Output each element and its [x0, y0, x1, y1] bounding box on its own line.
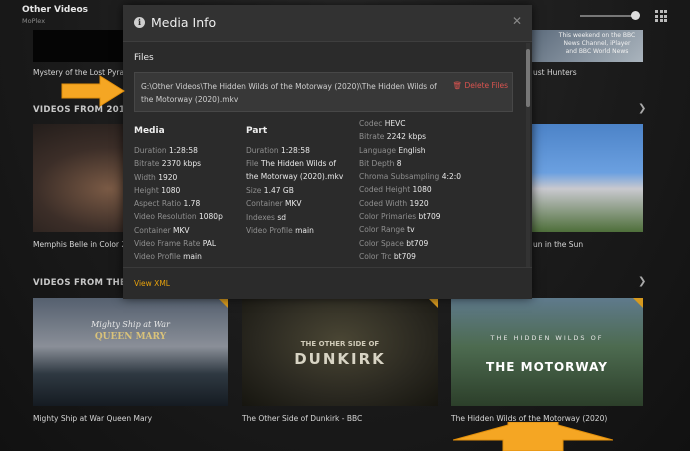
stream-properties: Codec HEVC Bitrate 2242 kbps Language En…	[359, 117, 461, 263]
media-heading: Media	[134, 126, 165, 136]
stream-row: Bit Depth 8	[359, 158, 402, 168]
video-thumbnail[interactable]: This weekend on the BBC News Channel, iP…	[532, 30, 643, 62]
poster-subtext: DUNKIRK	[294, 350, 386, 368]
unwatched-badge	[633, 298, 643, 308]
delete-files-button[interactable]: 🗑 Delete Files	[453, 81, 508, 90]
media-row: Video Frame Rate PAL	[134, 239, 217, 249]
media-row: Duration 1:28:58	[134, 146, 198, 155]
library-title[interactable]: Other Videos	[22, 5, 88, 15]
part-properties: Size 1.47 GB Container MKV Indexes sd Vi…	[246, 184, 314, 237]
file-path: G:\Other Videos\The Hidden Wilds of the …	[141, 82, 437, 104]
video-thumbnail-dunkirk[interactable]: THE OTHER SIDE OF DUNKIRK	[242, 298, 438, 406]
video-caption[interactable]: Memphis Belle in Color 2	[33, 240, 126, 249]
stream-row: Coded Height 1080	[359, 185, 432, 195]
grid-view-icon[interactable]	[655, 10, 667, 22]
dialog-title: Media Info	[151, 15, 217, 30]
part-row: Container MKV	[246, 199, 302, 209]
video-caption[interactable]: The Other Side of Dunkirk - BBC	[242, 414, 362, 423]
stream-row: Chroma Subsampling 4:2:0	[359, 172, 462, 182]
stream-row: Color Trc bt709	[359, 251, 416, 261]
thumbnail-text: This weekend on the BBC News Channel, iP…	[558, 32, 636, 55]
stream-row: Color Primaries bt709	[359, 212, 441, 222]
scrollbar-thumb[interactable]	[526, 49, 530, 107]
unwatched-badge	[218, 298, 228, 308]
media-row: Width 1920	[134, 172, 178, 182]
video-caption[interactable]: Mighty Ship at War Queen Mary	[33, 414, 152, 423]
stream-row: Language English	[359, 145, 426, 155]
poster-subtext: THE MOTORWAY	[486, 360, 608, 374]
chevron-right-icon[interactable]: ❯	[638, 276, 646, 287]
part-row: Video Profile main	[246, 225, 314, 235]
file-path-box: G:\Other Videos\The Hidden Wilds of the …	[134, 72, 513, 112]
part-row: Size 1.47 GB	[246, 186, 294, 195]
media-row: Height 1080	[134, 185, 181, 195]
dialog-footer: View XML	[123, 267, 532, 299]
slider-knob[interactable]	[631, 11, 640, 20]
poster-subtext: QUEEN MARY	[94, 332, 167, 342]
delete-files-label: Delete Files	[464, 81, 508, 90]
poster-size-slider[interactable]	[580, 15, 638, 17]
annotation-arrow-right-icon	[61, 75, 125, 107]
stream-row: Bitrate 2242 kbps	[359, 132, 427, 142]
chevron-right-icon[interactable]: ❯	[638, 103, 646, 114]
video-caption[interactable]: ust Hunters	[533, 68, 577, 77]
media-row: Bitrate 2370 kbps	[134, 159, 202, 169]
part-file-row: File The Hidden Wilds of the Motorway (2…	[246, 159, 344, 182]
dialog-header: i Media Info ✕	[123, 5, 532, 42]
media-info-dialog: i Media Info ✕ Files G:\Other Videos\The…	[123, 5, 532, 299]
trash-icon: 🗑	[452, 81, 463, 90]
media-row: Video Profile main	[134, 252, 202, 262]
media-row: Video Resolution 1080p	[134, 212, 223, 222]
dialog-scrollbar[interactable]	[526, 43, 530, 267]
video-caption[interactable]: un in the Sun	[533, 240, 583, 249]
video-thumbnail[interactable]	[532, 124, 643, 232]
poster-text: THE HIDDEN WILDS OF	[490, 334, 604, 342]
video-thumbnail-queen-mary[interactable]: Mighty Ship at War QUEEN MARY	[33, 298, 228, 406]
media-row: Aspect Ratio 1.78	[134, 199, 201, 209]
stream-row: Color Space bt709	[359, 238, 429, 248]
video-thumbnail-motorway[interactable]: THE HIDDEN WILDS OF THE MOTORWAY	[451, 298, 643, 406]
part-heading: Part	[246, 126, 268, 136]
part-row: Duration 1:28:58	[246, 146, 310, 155]
info-icon: i	[134, 17, 145, 28]
part-row: Indexes sd	[246, 212, 287, 222]
media-properties: Duration 1:28:58 Bitrate 2370 kbps Width…	[134, 144, 223, 264]
server-name: MoPlex	[22, 17, 46, 25]
stream-row: Color Range tv	[359, 225, 415, 235]
annotation-arrow-up-icon	[453, 422, 613, 451]
files-heading: Files	[134, 53, 154, 63]
stream-row: Codec HEVC	[359, 119, 406, 128]
view-xml-link[interactable]: View XML	[134, 279, 170, 288]
stream-row: Coded Width 1920	[359, 198, 429, 208]
unwatched-badge	[428, 298, 438, 308]
poster-text: Mighty Ship at War	[91, 320, 170, 329]
close-icon[interactable]: ✕	[512, 14, 522, 28]
poster-text: THE OTHER SIDE OF	[300, 340, 380, 348]
media-row: Container MKV	[134, 225, 190, 235]
part-properties: Duration 1:28:58	[246, 144, 310, 157]
